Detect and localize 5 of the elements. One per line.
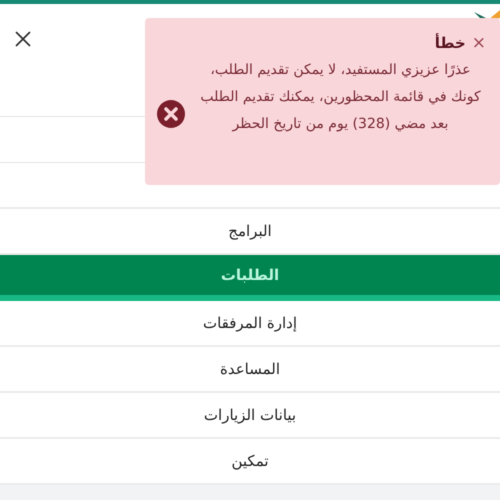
toast-title: خطأ xyxy=(434,32,466,54)
toast-close-button[interactable]: × xyxy=(472,34,486,52)
toast-message: عذرًا عزيزي المستفيد، لا يمكن تقديم الطلب، كونك في قائمة المحظورين، يمكنك تقديم الطلب بعد مضي (328) يوم من تاريخ الحظر xyxy=(199,60,482,134)
menu-item[interactable]: الطلبات xyxy=(0,255,500,301)
error-icon xyxy=(157,100,185,128)
